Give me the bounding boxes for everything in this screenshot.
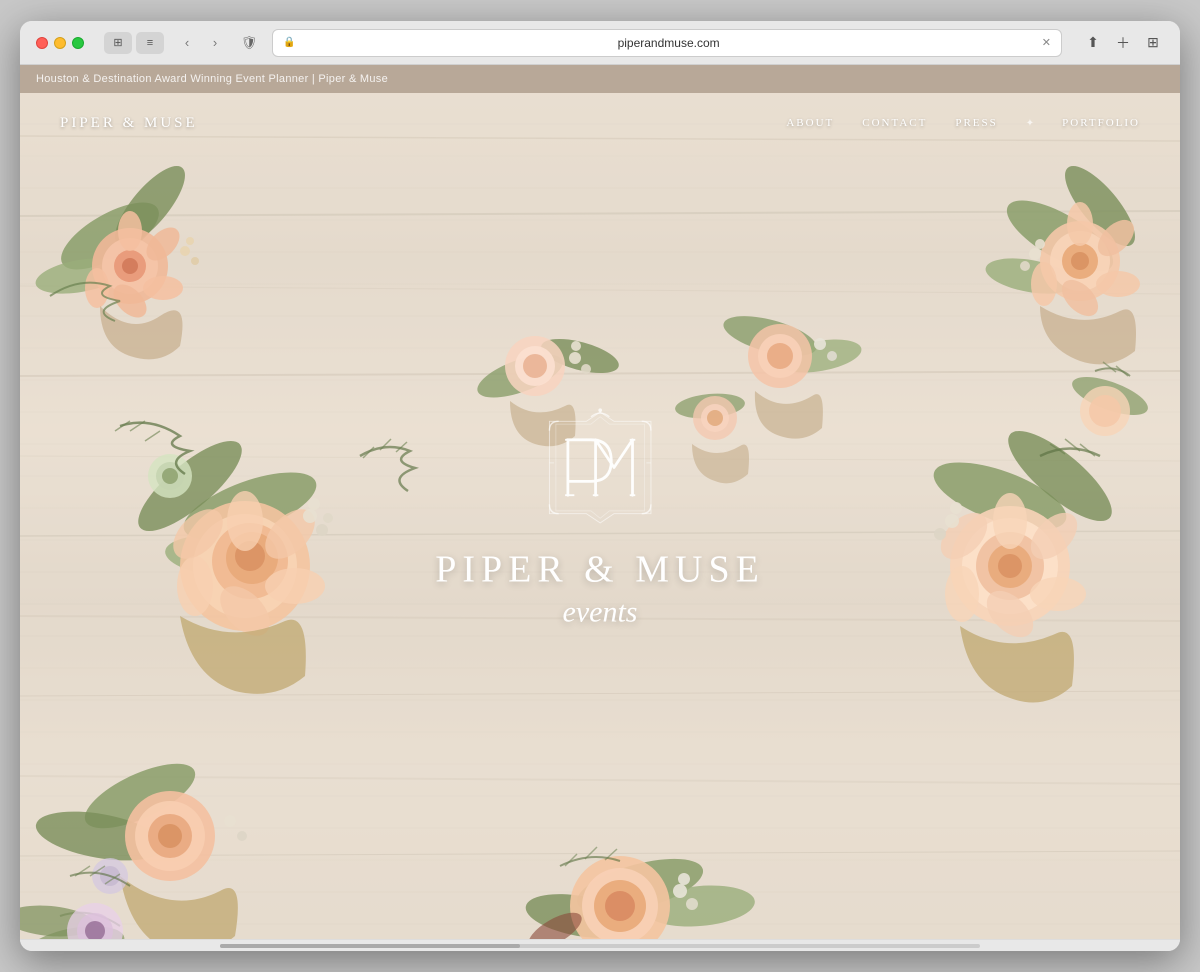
lock-icon: 🔒 bbox=[283, 37, 295, 48]
browser-titlebar: ⊞ ≡ ‹ › 🛡 🔒 piperandmuse.com ✕ ⬆ ＋ ⊞ bbox=[20, 21, 1180, 65]
nav-contact[interactable]: CONTACT bbox=[862, 117, 927, 129]
center-logo: PIPER & MUSE events bbox=[435, 403, 765, 630]
scrollbar-thumb[interactable] bbox=[220, 944, 520, 948]
back-button[interactable]: ‹ bbox=[176, 32, 198, 54]
nav-press[interactable]: PRESS bbox=[955, 117, 997, 129]
site-navigation: PIPER & MUSE ABOUT CONTACT PRESS ✦ PORTF… bbox=[20, 93, 1180, 153]
monogram-svg bbox=[540, 408, 660, 528]
monogram-container bbox=[535, 403, 665, 533]
close-button[interactable] bbox=[36, 37, 48, 49]
shield-icon: 🛡 bbox=[238, 32, 260, 54]
sidebar-toggle[interactable]: ⊞ bbox=[104, 32, 132, 54]
site-logo-text: PIPER & MUSE bbox=[60, 115, 198, 131]
nav-links: ABOUT CONTACT PRESS ✦ PORTFOLIO bbox=[786, 117, 1140, 129]
new-tab-button[interactable]: ＋ bbox=[1112, 32, 1134, 54]
browser-window: ⊞ ≡ ‹ › 🛡 🔒 piperandmuse.com ✕ ⬆ ＋ ⊞ Hou… bbox=[20, 21, 1180, 951]
page-tab-title: Houston & Destination Award Winning Even… bbox=[36, 73, 388, 85]
view-toggle[interactable]: ≡ bbox=[136, 32, 164, 54]
forward-button[interactable]: › bbox=[204, 32, 226, 54]
grid-button[interactable]: ⊞ bbox=[1142, 32, 1164, 54]
website-content: PIPER & MUSE ABOUT CONTACT PRESS ✦ PORTF… bbox=[20, 93, 1180, 939]
minimize-button[interactable] bbox=[54, 37, 66, 49]
browser-tabbar: Houston & Destination Award Winning Even… bbox=[20, 65, 1180, 93]
browser-nav: ‹ › bbox=[176, 32, 226, 54]
nav-about[interactable]: ABOUT bbox=[786, 117, 834, 129]
address-bar[interactable]: 🔒 piperandmuse.com ✕ bbox=[272, 29, 1062, 57]
nav-portfolio[interactable]: PORTFOLIO bbox=[1062, 117, 1140, 129]
scrollbar-track bbox=[220, 944, 980, 948]
url-text: piperandmuse.com bbox=[301, 36, 1035, 50]
brand-name: PIPER & MUSE bbox=[435, 548, 765, 592]
nav-decorator: ✦ bbox=[1026, 118, 1034, 129]
traffic-lights bbox=[36, 37, 84, 49]
share-button[interactable]: ⬆ bbox=[1082, 32, 1104, 54]
browser-controls: ⊞ ≡ bbox=[104, 32, 164, 54]
maximize-button[interactable] bbox=[72, 37, 84, 49]
browser-scrollbar[interactable] bbox=[20, 939, 1180, 951]
site-logo[interactable]: PIPER & MUSE bbox=[60, 114, 198, 132]
hero-background: PIPER & MUSE ABOUT CONTACT PRESS ✦ PORTF… bbox=[20, 93, 1180, 939]
browser-actions: ⬆ ＋ ⊞ bbox=[1082, 32, 1164, 54]
clear-url-button[interactable]: ✕ bbox=[1042, 36, 1051, 49]
brand-sub: events bbox=[435, 596, 765, 630]
